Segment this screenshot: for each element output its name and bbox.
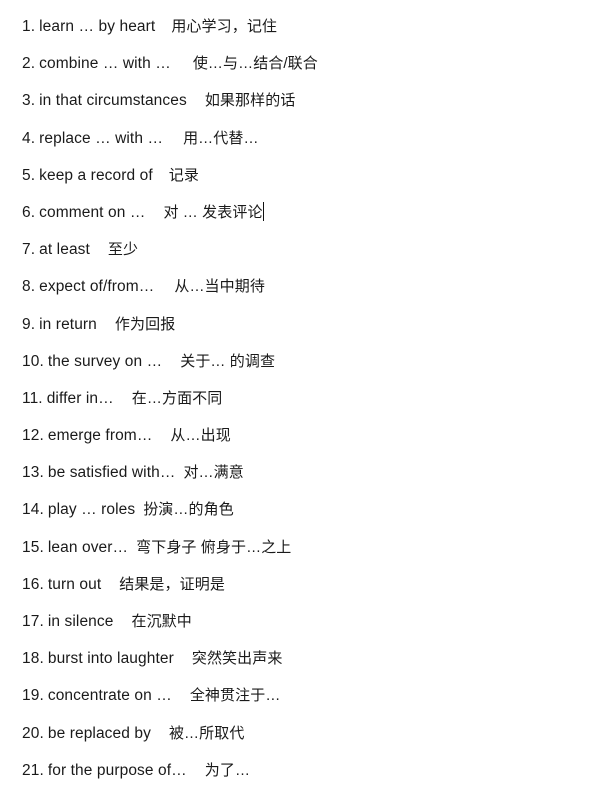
list-item[interactable]: 12. emerge from… 从…出现 — [0, 417, 611, 454]
list-item[interactable]: 21. for the purpose of… 为了… — [0, 752, 611, 789]
entry-english-phrase: emerge from… — [47, 427, 153, 445]
entry-english-phrase: lean over… — [47, 538, 129, 556]
list-item[interactable]: 14. play … roles 扮演…的角色 — [0, 491, 611, 528]
list-item[interactable]: 7. at least 至少 — [0, 231, 611, 268]
entry-number: 3. — [22, 92, 36, 110]
entry-english-phrase: at least — [39, 241, 90, 259]
entry-number: 15. — [22, 538, 44, 556]
list-item[interactable]: 9. in return 作为回报 — [0, 306, 611, 343]
entry-chinese-translation: 作为回报 — [114, 315, 176, 333]
entry-chinese-translation: 弯下身子 俯身于…之上 — [136, 538, 292, 556]
entry-english-phrase: combine … with … — [39, 55, 171, 73]
entry-number: 5. — [22, 166, 36, 184]
entry-number: 4. — [22, 129, 36, 147]
list-item[interactable]: 3. in that circumstances 如果那样的话 — [0, 82, 611, 119]
list-item[interactable]: 10. the survey on … 关于… 的调查 — [0, 343, 611, 380]
entry-chinese-translation: 对 … 发表评论 — [163, 203, 263, 221]
entry-number: 14. — [22, 501, 44, 519]
entry-number: 18. — [22, 650, 44, 668]
entry-chinese-translation: 为了… — [204, 761, 251, 779]
list-item[interactable]: 2. combine … with … 使…与…结合/联合 — [0, 45, 611, 82]
entry-number: 9. — [22, 315, 36, 333]
entry-english-phrase: turn out — [47, 575, 102, 593]
entry-chinese-translation: 至少 — [107, 241, 139, 259]
entry-chinese-translation: 记录 — [168, 166, 199, 184]
entry-chinese-translation: 被…所取代 — [168, 724, 245, 742]
entry-chinese-translation: 使…与…结合/联合 — [192, 55, 318, 73]
entry-english-phrase: expect of/from… — [39, 278, 155, 296]
entry-number: 13. — [22, 464, 44, 482]
entry-english-phrase: replace … with … — [39, 129, 164, 147]
entry-chinese-translation: 在…方面不同 — [131, 389, 223, 407]
entry-number: 10. — [22, 352, 44, 370]
phrase-list: 1. learn … by heart 用心学习，记住 2. combine … wit… — [0, 0, 611, 789]
list-item[interactable]: 4. replace … with … 用…代替… — [0, 120, 611, 157]
entry-english-phrase: in return — [39, 315, 97, 333]
list-item[interactable]: 19. concentrate on … 全神贯注于… — [0, 677, 611, 714]
entry-english-phrase: concentrate on … — [47, 687, 172, 705]
list-item[interactable]: 18. burst into laughter 突然笑出声来 — [0, 640, 611, 677]
entry-chinese-translation: 突然笑出声来 — [191, 650, 283, 668]
entry-chinese-translation: 如果那样的话 — [204, 92, 296, 110]
entry-english-phrase: in silence — [47, 613, 114, 630]
entry-english-phrase: in that circumstances — [39, 92, 187, 110]
list-item[interactable]: 8. expect of/from… 从…当中期待 — [0, 268, 611, 305]
entry-english-phrase: learn … by heart — [39, 18, 156, 35]
document-page: 1. learn … by heart 用心学习，记住 2. combine … wit… — [0, 0, 611, 789]
list-item[interactable]: 17. in silence 在沉默中 — [0, 603, 611, 640]
list-item[interactable]: 15. lean over… 弯下身子 俯身于…之上 — [0, 529, 611, 566]
entry-english-phrase: be satisfied with… — [47, 464, 176, 482]
entry-chinese-translation: 从…当中期待 — [174, 278, 265, 296]
list-item[interactable]: 13. be satisfied with… 对…满意 — [0, 454, 611, 491]
list-item[interactable]: 1. learn … by heart 用心学习，记住 — [0, 8, 611, 45]
entry-chinese-translation: 全神贯注于… — [189, 687, 281, 705]
entry-chinese-translation: 扮演…的角色 — [143, 501, 234, 519]
entry-number: 6. — [22, 203, 36, 221]
entry-english-phrase: differ in… — [46, 389, 114, 407]
entry-number: 8. — [22, 278, 36, 296]
entry-english-phrase: keep a record of — [39, 166, 153, 184]
entry-number: 16. — [22, 575, 44, 593]
entry-english-phrase: be replaced by — [47, 724, 151, 742]
entry-number: 2. — [22, 55, 36, 73]
entry-number: 12. — [22, 427, 44, 445]
entry-chinese-translation: 用心学习，记住 — [171, 18, 278, 35]
entry-chinese-translation: 在沉默中 — [131, 613, 192, 630]
list-item[interactable]: 16. turn out 结果是，证明是 — [0, 566, 611, 603]
entry-chinese-translation: 关于… 的调查 — [180, 352, 276, 370]
entry-number: 17. — [22, 613, 44, 630]
entry-number: 20. — [22, 724, 44, 742]
list-item[interactable]: 5. keep a record of 记录 — [0, 157, 611, 194]
entry-number: 19. — [22, 687, 44, 705]
entry-english-phrase: play … roles — [47, 501, 136, 519]
list-item[interactable]: 6. comment on … 对 … 发表评论 — [0, 194, 611, 231]
text-cursor — [262, 201, 265, 221]
entry-english-phrase: burst into laughter — [47, 650, 174, 668]
list-item[interactable]: 11. differ in… 在…方面不同 — [0, 380, 611, 417]
entry-chinese-translation: 从…出现 — [170, 427, 231, 445]
entry-number: 21. — [22, 761, 44, 779]
entry-chinese-translation: 结果是，证明是 — [119, 575, 225, 593]
entry-chinese-translation: 用…代替… — [183, 129, 259, 147]
entry-english-phrase: for the purpose of… — [47, 761, 187, 779]
entry-english-phrase: comment on … — [39, 203, 146, 221]
entry-number: 7. — [22, 241, 36, 259]
list-item[interactable]: 20. be replaced by 被…所取代 — [0, 715, 611, 752]
entry-number: 1. — [22, 18, 36, 35]
entry-chinese-translation: 对…满意 — [183, 464, 244, 482]
entry-number: 11. — [22, 389, 43, 407]
entry-english-phrase: the survey on … — [47, 352, 163, 370]
